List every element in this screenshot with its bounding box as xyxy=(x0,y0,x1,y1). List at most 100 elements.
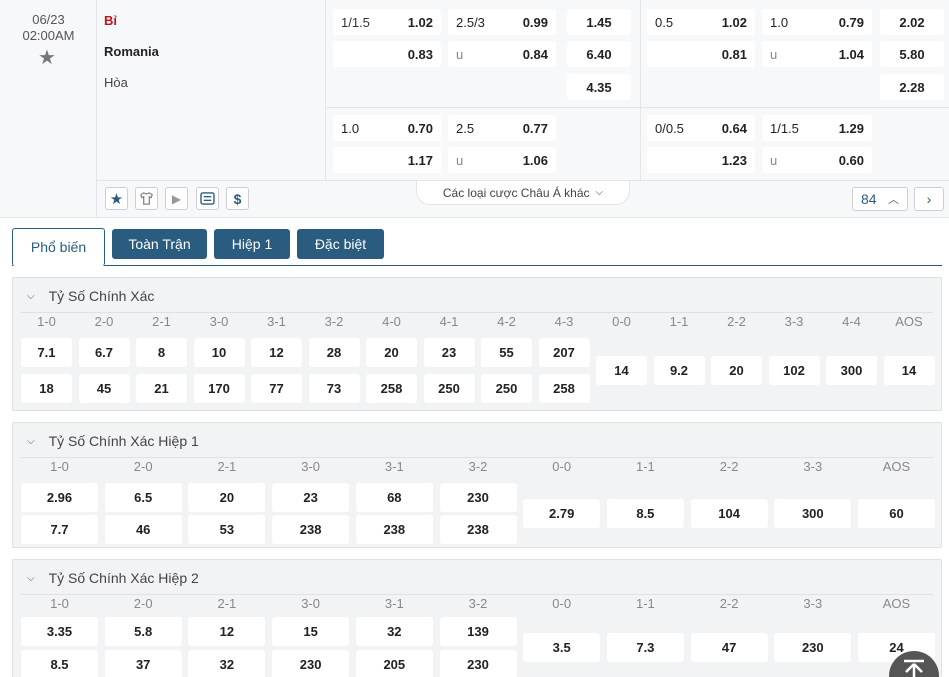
ft-hdp-away[interactable]: 0.83 xyxy=(333,41,441,67)
score-odds-cell[interactable]: 3.5 xyxy=(523,633,601,662)
ft-1x2-away[interactable]: 6.40 xyxy=(567,41,631,67)
score-odds-cell[interactable]: 5.8 xyxy=(104,617,182,646)
tab-special[interactable]: Đặc biệt xyxy=(297,229,384,259)
play-button[interactable]: ▶ xyxy=(165,187,188,210)
score-odds-cell[interactable]: 60 xyxy=(858,499,935,528)
ticket-button[interactable] xyxy=(196,187,219,210)
score-odds-cell[interactable]: 73 xyxy=(308,374,360,403)
jersey-button[interactable] xyxy=(135,187,158,210)
score-odds-cell[interactable]: 68 xyxy=(355,483,433,512)
ft-hdp2-away[interactable]: 1.17 xyxy=(333,147,441,173)
score-odds-cell[interactable]: 10 xyxy=(193,338,245,367)
score-odds-cell[interactable]: 8.5 xyxy=(606,499,684,528)
next-match-button[interactable]: › xyxy=(914,187,944,211)
score-odds-cell[interactable]: 28 xyxy=(308,338,360,367)
score-odds-cell[interactable]: 15 xyxy=(272,617,350,646)
correct-score-title[interactable]: ⌵ Tỷ Số Chính Xác xyxy=(27,288,154,304)
h1-ou-over[interactable]: 1.0 0.79 xyxy=(762,9,872,35)
score-odds-cell[interactable]: 258 xyxy=(538,374,590,403)
score-odds-cell[interactable]: 37 xyxy=(104,650,182,677)
score-odds-cell[interactable]: 9.2 xyxy=(653,356,705,385)
score-odds-cell[interactable]: 250 xyxy=(423,374,475,403)
ft-ou-over[interactable]: 2.5/3 0.99 xyxy=(448,9,556,35)
ft-1x2-draw[interactable]: 4.35 xyxy=(567,74,631,100)
score-odds-cell[interactable]: 32 xyxy=(188,650,266,677)
score-odds-cell[interactable]: 230 xyxy=(439,483,517,512)
score-odds-cell[interactable]: 238 xyxy=(272,515,350,544)
score-odds-cell[interactable]: 77 xyxy=(251,374,302,403)
ft-hdp2-home[interactable]: 1.0 0.70 xyxy=(333,115,441,141)
h1-ou2-over[interactable]: 1/1.5 1.29 xyxy=(762,115,872,141)
h1-1x2-draw[interactable]: 2.28 xyxy=(880,74,944,100)
correct-score-h2-title[interactable]: ⌵ Tỷ Số Chính Xác Hiệp 2 xyxy=(27,570,199,586)
score-odds-cell[interactable]: 2.96 xyxy=(21,483,98,512)
score-odds-cell[interactable]: 23 xyxy=(272,483,350,512)
score-odds-cell[interactable]: 32 xyxy=(355,617,433,646)
score-odds-cell[interactable]: 20 xyxy=(366,338,417,367)
score-odds-cell[interactable]: 23 xyxy=(423,338,475,367)
score-odds-cell[interactable]: 2.79 xyxy=(523,499,601,528)
correct-score-h1-title[interactable]: ⌵ Tỷ Số Chính Xác Hiệp 1 xyxy=(27,433,199,449)
favorite-star-icon[interactable]: ★ xyxy=(38,45,56,70)
score-odds-cell[interactable]: 6.7 xyxy=(78,338,130,367)
ft-1x2-home[interactable]: 1.45 xyxy=(567,9,631,35)
score-odds-cell[interactable]: 7.7 xyxy=(21,515,98,544)
h1-hdp-home[interactable]: 0.5 1.02 xyxy=(647,9,755,35)
score-odds-cell[interactable]: 7.3 xyxy=(606,633,684,662)
score-odds-cell[interactable]: 6.5 xyxy=(104,483,182,512)
score-odds-cell[interactable]: 8 xyxy=(136,338,187,367)
score-odds-cell[interactable]: 18 xyxy=(21,374,72,403)
score-odds-cell[interactable]: 102 xyxy=(768,356,820,385)
tab-popular[interactable]: Phổ biến xyxy=(12,228,105,266)
score-odds-cell[interactable]: 230 xyxy=(272,650,350,677)
title-divider xyxy=(21,457,933,458)
score-odds-cell[interactable]: 14 xyxy=(883,356,935,385)
score-odds-cell[interactable]: 205 xyxy=(355,650,433,677)
score-odds-cell[interactable]: 170 xyxy=(193,374,245,403)
score-odds-cell[interactable]: 53 xyxy=(188,515,266,544)
score-odds-cell[interactable]: 12 xyxy=(188,617,266,646)
score-odds-cell[interactable]: 3.35 xyxy=(21,617,98,646)
h1-hdp-away[interactable]: 0.81 xyxy=(647,41,755,67)
score-odds-cell[interactable]: 300 xyxy=(826,356,877,385)
h1-hdp2-home[interactable]: 0/0.5 0.64 xyxy=(647,115,755,141)
tab-full-match[interactable]: Toàn Trận xyxy=(112,229,207,259)
h1-1x2-home[interactable]: 2.02 xyxy=(880,9,944,35)
score-odds-cell[interactable]: 7.1 xyxy=(21,338,72,367)
score-odds-cell[interactable]: 47 xyxy=(690,633,768,662)
score-odds-cell[interactable]: 230 xyxy=(439,650,517,677)
score-odds-cell[interactable]: 139 xyxy=(439,617,517,646)
h1-1x2-away[interactable]: 5.80 xyxy=(880,41,944,67)
score-odds-cell[interactable]: 258 xyxy=(366,374,417,403)
score-odds-cell[interactable]: 238 xyxy=(355,515,433,544)
more-bets-toggle[interactable]: Các loại cược Châu Á khác ⌵ xyxy=(416,181,630,205)
ft-ou2-over[interactable]: 2.5 0.77 xyxy=(448,115,556,141)
score-odds-cell[interactable]: 250 xyxy=(481,374,532,403)
star-button[interactable]: ★ xyxy=(105,187,128,210)
market-count-button[interactable]: 84 ︿ xyxy=(852,187,908,211)
score-odds-cell[interactable]: 45 xyxy=(78,374,130,403)
h1-ou2-line: 1/1.5 xyxy=(770,120,799,136)
ft-ou-under[interactable]: u 0.84 xyxy=(448,41,556,67)
tab-first-half[interactable]: Hiệp 1 xyxy=(214,229,290,259)
score-odds-cell[interactable]: 21 xyxy=(136,374,187,403)
score-odds-cell[interactable]: 230 xyxy=(774,633,852,662)
score-odds-cell[interactable]: 20 xyxy=(188,483,266,512)
score-odds-cell[interactable]: 55 xyxy=(481,338,532,367)
h1-ou-under[interactable]: u 1.04 xyxy=(762,41,872,67)
score-odds-cell[interactable]: 12 xyxy=(251,338,302,367)
score-odds-cell[interactable]: 104 xyxy=(690,499,768,528)
score-odds-cell[interactable]: 207 xyxy=(538,338,590,367)
h1-ou2-under[interactable]: u 0.60 xyxy=(762,147,872,173)
score-odds-cell[interactable]: 300 xyxy=(774,499,852,528)
score-odds-cell[interactable]: 238 xyxy=(439,515,517,544)
score-odds-cell[interactable]: 46 xyxy=(104,515,182,544)
ft-ou2-under[interactable]: u 1.06 xyxy=(448,147,556,173)
score-odds-cell[interactable]: 14 xyxy=(596,356,647,385)
market-count: 84 xyxy=(861,191,877,207)
dollar-button[interactable]: $ xyxy=(226,187,249,210)
score-odds-cell[interactable]: 8.5 xyxy=(21,650,98,677)
h1-hdp2-away[interactable]: 1.23 xyxy=(647,147,755,173)
ft-hdp-home[interactable]: 1/1.5 1.02 xyxy=(333,9,441,35)
score-odds-cell[interactable]: 20 xyxy=(711,356,762,385)
